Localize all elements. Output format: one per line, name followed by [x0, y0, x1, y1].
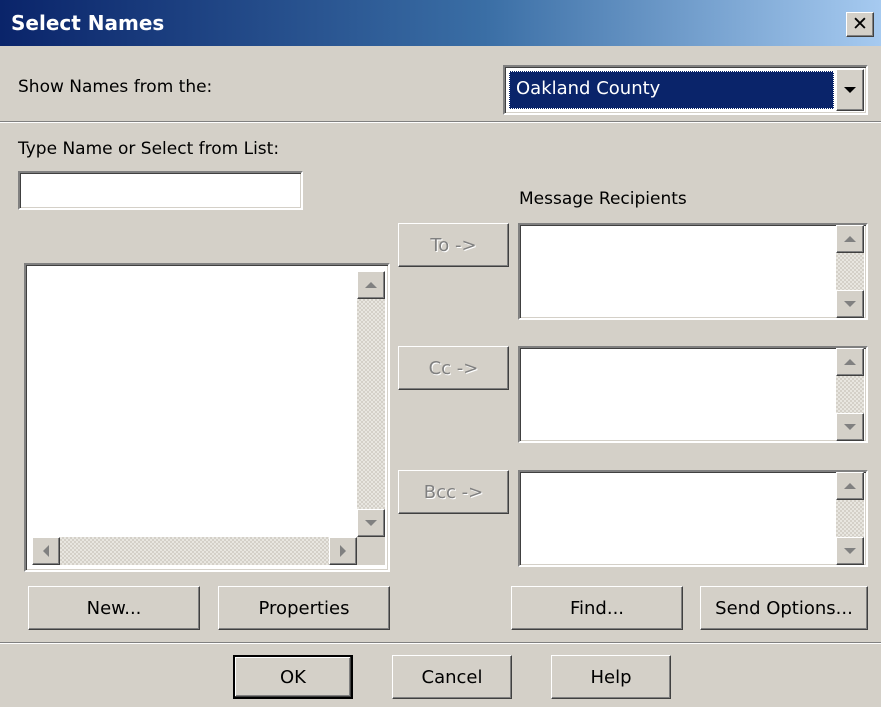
names-scroll-left-button[interactable] [32, 537, 60, 565]
scroll-corner [357, 537, 385, 565]
scroll-up-arrow-icon [844, 236, 856, 242]
scroll-down-arrow-icon [844, 301, 856, 307]
properties-button[interactable]: Properties [218, 586, 390, 630]
scroll-down-arrow-icon [365, 520, 377, 526]
scroll-right-arrow-icon [340, 545, 346, 557]
name-search-input[interactable] [18, 171, 303, 210]
help-button[interactable]: Help [551, 655, 671, 699]
bcc-scroll-down-button[interactable] [836, 537, 864, 565]
names-list-vscroll[interactable] [357, 271, 385, 537]
cancel-button[interactable]: Cancel [392, 655, 512, 699]
new-entry-button[interactable]: New... [28, 586, 200, 630]
to-recipients-box[interactable] [518, 223, 868, 320]
to-scroll-down-button[interactable] [836, 290, 864, 318]
bcc-scroll-up-button[interactable] [836, 472, 864, 500]
address-book-dropdown[interactable]: Oakland County [503, 65, 868, 115]
cc-recipients-box[interactable] [518, 346, 868, 443]
names-list[interactable] [24, 263, 390, 572]
chevron-down-icon [844, 87, 856, 93]
names-scroll-up-button[interactable] [357, 271, 385, 299]
bcc-recipients-box[interactable] [518, 470, 868, 567]
names-scroll-right-button[interactable] [329, 537, 357, 565]
scroll-up-arrow-icon [844, 483, 856, 489]
cc-scroll-down-button[interactable] [836, 413, 864, 441]
title-bar: Select Names ✕ [0, 0, 881, 46]
separator-top [0, 121, 881, 123]
to-button[interactable]: To -> [398, 223, 509, 267]
dropdown-button[interactable] [836, 69, 864, 111]
message-recipients-label: Message Recipients [519, 189, 687, 209]
scroll-down-arrow-icon [844, 548, 856, 554]
ok-button[interactable]: OK [233, 655, 353, 699]
close-button[interactable]: ✕ [846, 12, 874, 37]
address-book-selected: Oakland County [509, 71, 834, 109]
show-names-label: Show Names from the: [18, 77, 213, 97]
names-list-hscroll[interactable] [32, 537, 357, 565]
scroll-down-arrow-icon [844, 424, 856, 430]
close-icon: ✕ [852, 13, 868, 35]
separator-bottom [0, 642, 881, 644]
type-name-label: Type Name or Select from List: [18, 139, 280, 159]
to-scroll-up-button[interactable] [836, 225, 864, 253]
scroll-left-arrow-icon [43, 545, 49, 557]
window-title: Select Names [11, 11, 165, 35]
send-options-button[interactable]: Send Options... [700, 586, 868, 630]
cc-scroll-up-button[interactable] [836, 348, 864, 376]
cc-button[interactable]: Cc -> [398, 346, 509, 390]
names-scroll-down-button[interactable] [357, 509, 385, 537]
scroll-up-arrow-icon [844, 359, 856, 365]
scroll-up-arrow-icon [365, 282, 377, 288]
bcc-button[interactable]: Bcc -> [398, 470, 509, 514]
find-button[interactable]: Find... [511, 586, 683, 630]
